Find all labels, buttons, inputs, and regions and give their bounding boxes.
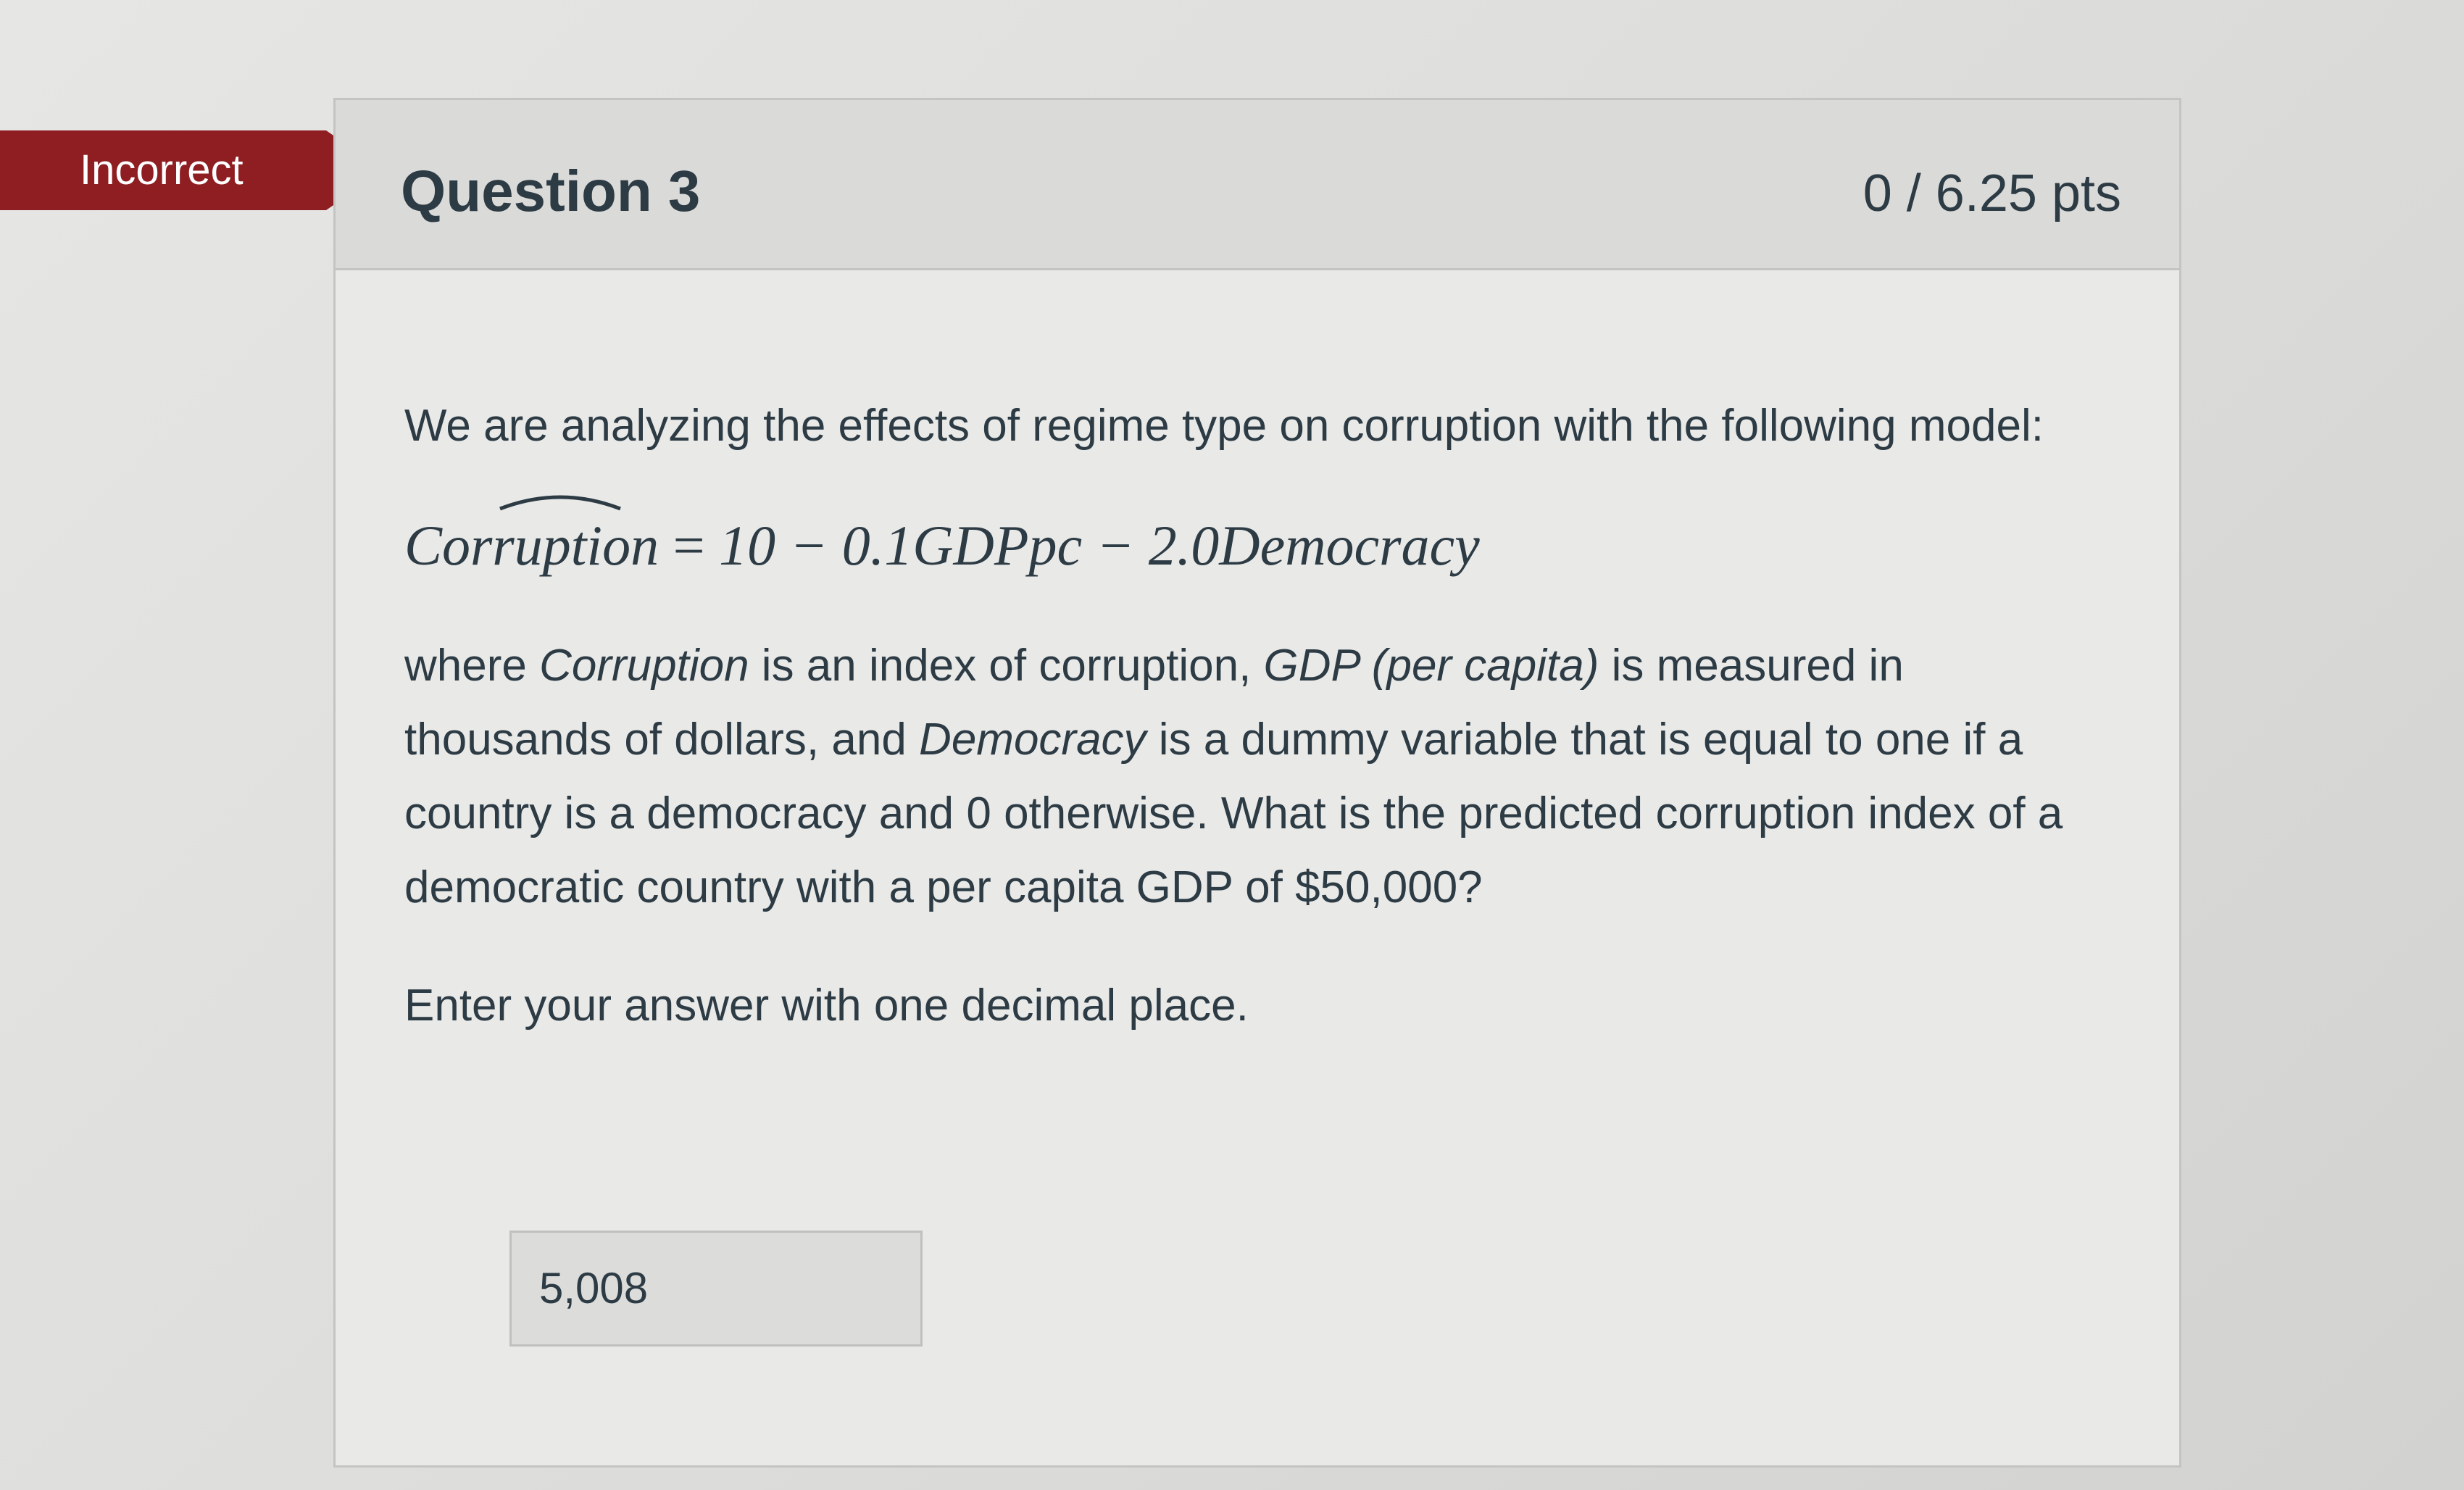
question-title: Question 3: [401, 159, 701, 223]
question-header: Question 3 0 / 6.25 pts: [336, 100, 2179, 270]
equation-rhs: 10 − 0.1GDPpc − 2.0Democracy: [719, 514, 1480, 577]
question-prompt: We are analyzing the effects of regime t…: [404, 401, 2044, 451]
question-points: 0 / 6.25 pts: [1862, 165, 2121, 222]
var-corruption: Corruption: [539, 641, 749, 691]
question-card: Question 3 0 / 6.25 pts We are analyzing…: [333, 98, 2181, 1468]
regression-equation: Corruption = 10 − 0.1GDPpc − 2.0Democrac…: [404, 495, 2093, 593]
question-body: We are analyzing the effects of regime t…: [404, 390, 2093, 1087]
answer-instruction: Enter your answer with one decimal place…: [404, 981, 1249, 1031]
var-democracy: Democracy: [919, 715, 1146, 765]
answer-field[interactable]: 5,008: [509, 1231, 923, 1347]
question-description: where Corruption is an index of corrupti…: [404, 641, 2063, 912]
equation-lhs: Corruption: [404, 495, 659, 586]
equation-equals: =: [673, 514, 705, 577]
quiz-results-page: Incorrect Question 3 0 / 6.25 pts We are…: [0, 0, 2464, 1490]
hat-accent-icon: [499, 495, 621, 511]
incorrect-flag-label: Incorrect: [80, 146, 244, 193]
var-gdp: GDP (per capita): [1263, 641, 1599, 691]
